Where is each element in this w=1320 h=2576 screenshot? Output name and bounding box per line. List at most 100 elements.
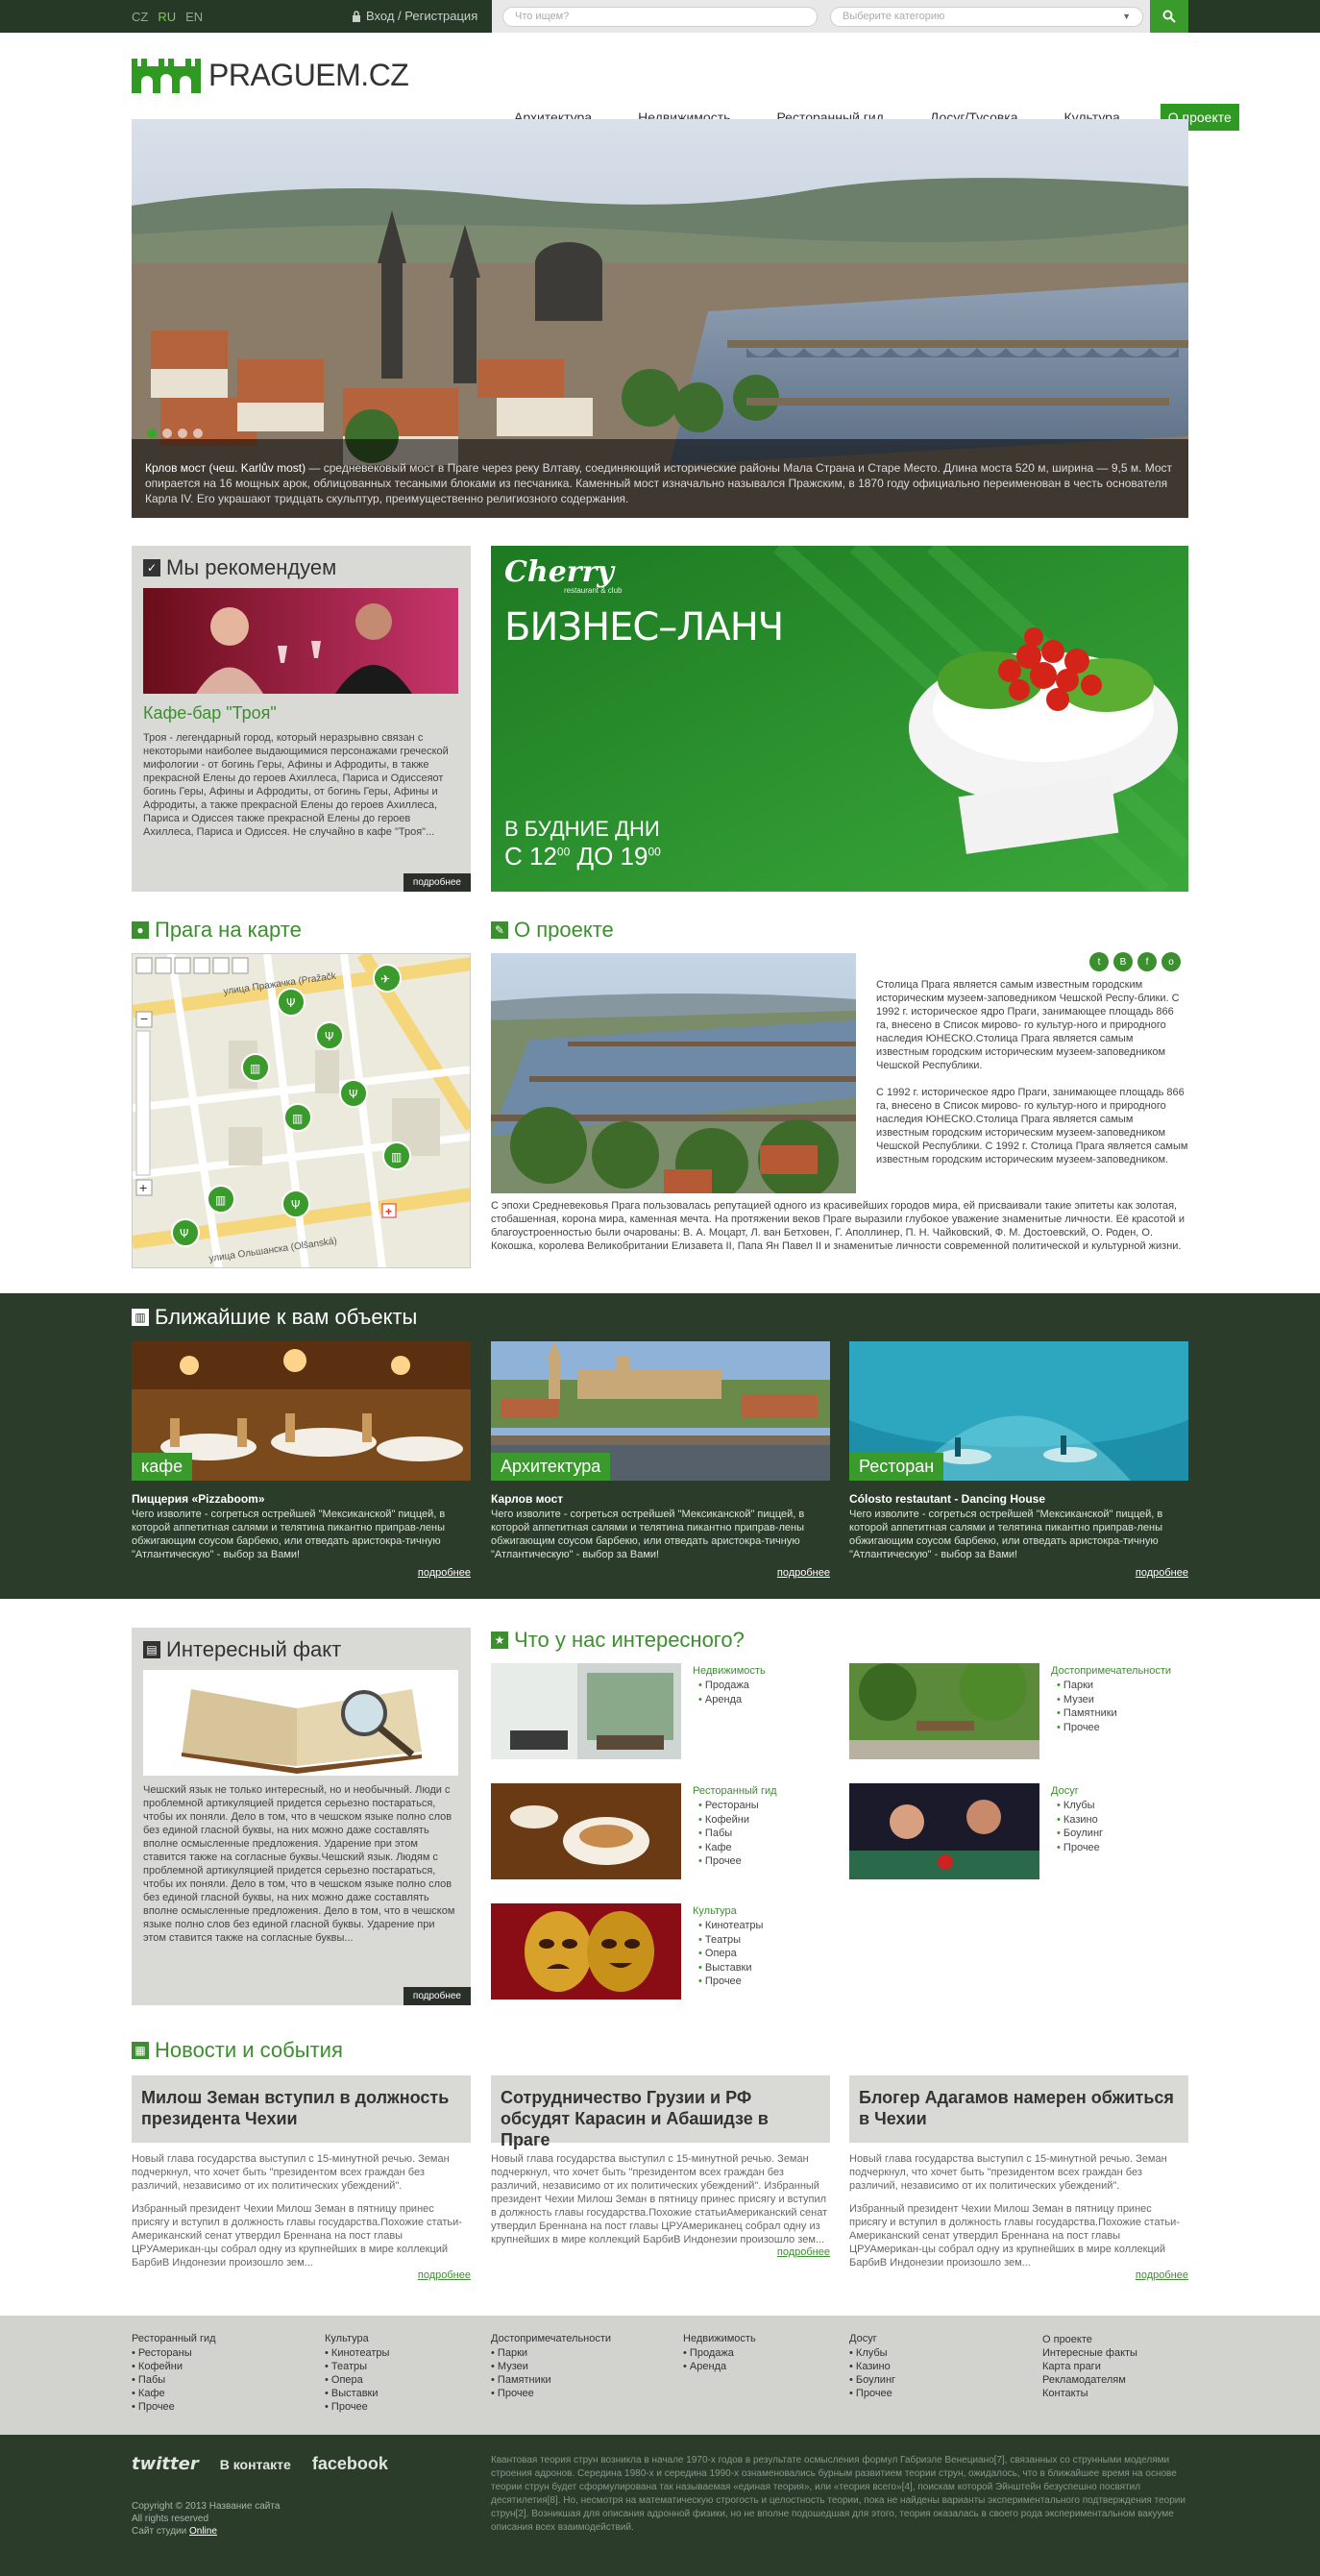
footer-link[interactable]: Карта праги — [1042, 2360, 1137, 2373]
footer-link[interactable]: Интересные факты — [1042, 2346, 1137, 2360]
recommend-more-link[interactable]: подробнее — [403, 873, 471, 892]
footer-link[interactable]: Продажа — [683, 2346, 756, 2360]
footer-column-title[interactable]: Досуг — [849, 2333, 895, 2344]
login-link[interactable]: Вход / Регистрация — [352, 9, 477, 23]
list-item[interactable]: Опера — [698, 1947, 763, 1961]
news-headline[interactable]: Милош Земан вступил в должность президен… — [132, 2075, 471, 2143]
lang-ru[interactable]: RU — [158, 10, 176, 24]
list-item[interactable]: Боулинг — [1057, 1827, 1103, 1841]
nearby-card-title[interactable]: Пиццерия «Pizzaboom» — [132, 1492, 471, 1506]
interest-category-image[interactable] — [491, 1903, 681, 1999]
footer-link[interactable]: Прочее — [325, 2400, 389, 2414]
slider-dot[interactable] — [147, 429, 157, 438]
footer-link[interactable]: Боулинг — [849, 2373, 895, 2387]
news-more-link[interactable]: подробнее — [132, 2269, 471, 2281]
nearby-more-link[interactable]: подробнее — [1136, 1567, 1188, 1579]
footer-link[interactable]: Прочее — [491, 2387, 611, 2400]
list-item[interactable]: Рестораны — [698, 1799, 759, 1813]
footer-link[interactable]: Пабы — [132, 2373, 216, 2387]
list-item[interactable]: Прочее — [698, 1854, 759, 1869]
facebook-icon[interactable]: f — [1137, 952, 1157, 971]
facebook-logo[interactable]: facebook — [312, 2454, 388, 2474]
footer-link[interactable]: Памятники — [491, 2373, 611, 2387]
nearby-card-title[interactable]: Карлов мост — [491, 1492, 830, 1506]
footer-column-title[interactable]: Достопримечательности — [491, 2333, 611, 2344]
list-item[interactable]: Музеи — [1057, 1693, 1117, 1707]
slider-dot[interactable] — [178, 429, 187, 438]
list-item[interactable]: Кафе — [698, 1841, 759, 1855]
business-lunch-banner[interactable]: Cherry restaurant & club БИЗНЕС–ЛАНЧ В Б… — [491, 546, 1188, 892]
list-item[interactable]: Кофейни — [698, 1813, 759, 1828]
footer-column-title[interactable]: Ресторанный гид — [132, 2333, 216, 2344]
list-item[interactable]: Клубы — [1057, 1799, 1103, 1813]
twitter-logo[interactable]: twitter — [132, 2454, 199, 2474]
recommend-name[interactable]: Кафе-бар "Троя" — [143, 703, 459, 724]
interest-category-image[interactable] — [491, 1663, 681, 1759]
lang-cz[interactable]: CZ — [132, 10, 148, 24]
city-map[interactable]: улица Пражачка (Pražačk улица Ольшанска … — [132, 953, 471, 1268]
interest-category-image[interactable] — [491, 1783, 681, 1879]
footer-link[interactable]: Парки — [491, 2346, 611, 2360]
interest-category-title[interactable]: Ресторанный гид — [693, 1785, 777, 1797]
list-item[interactable]: Театры — [698, 1933, 763, 1948]
category-select[interactable]: Выберите категорию ▼ — [830, 7, 1143, 27]
hero-caption-title[interactable]: Крлов мост (чеш. Karlův most) — [145, 461, 306, 475]
lang-en[interactable]: EN — [185, 10, 203, 24]
footer-column-title[interactable]: Недвижимость — [683, 2333, 756, 2344]
list-item[interactable]: Аренда — [698, 1693, 749, 1707]
footer-link[interactable]: Прочее — [849, 2387, 895, 2400]
nearby-card[interactable]: кафе Пиццерия «Pizzaboom» Чего изволите … — [132, 1341, 471, 1579]
list-item[interactable]: Продажа — [698, 1679, 749, 1693]
nearby-card[interactable]: Ресторан Cólosto restautant - Dancing Ho… — [849, 1341, 1188, 1579]
odnoklassniki-icon[interactable]: o — [1161, 952, 1181, 971]
news-headline[interactable]: Блогер Адагамов намерен обжиться в Чехии — [849, 2075, 1188, 2143]
list-item[interactable]: Прочее — [1057, 1721, 1117, 1735]
slider-dot[interactable] — [162, 429, 172, 438]
footer-link[interactable]: Выставки — [325, 2387, 389, 2400]
logo[interactable]: PRAGUEM.CZ — [132, 58, 409, 93]
nearby-card-title[interactable]: Cólosto restautant - Dancing House — [849, 1492, 1188, 1506]
footer-column-title[interactable]: Культура — [325, 2333, 389, 2344]
news-more-link[interactable]: подробнее — [491, 2246, 830, 2258]
vkontakte-logo[interactable]: В контакте — [220, 2457, 291, 2472]
news-more-link[interactable]: подробнее — [849, 2269, 1188, 2281]
list-item[interactable]: Парки — [1057, 1679, 1117, 1693]
footer-link[interactable]: Контакты — [1042, 2387, 1137, 2400]
footer-link[interactable]: Кинотеатры — [325, 2346, 389, 2360]
interest-category-image[interactable] — [849, 1783, 1039, 1879]
footer-link[interactable]: Опера — [325, 2373, 389, 2387]
slider-dot[interactable] — [193, 429, 203, 438]
list-item[interactable]: Памятники — [1057, 1706, 1117, 1721]
search-input[interactable]: Что ищем? — [502, 7, 818, 27]
footer-link[interactable]: О проекте — [1042, 2333, 1137, 2346]
studio-link[interactable]: Online — [189, 2526, 217, 2537]
search-button[interactable] — [1150, 0, 1188, 33]
footer-link[interactable]: Театры — [325, 2360, 389, 2373]
list-item[interactable]: Выставки — [698, 1961, 763, 1975]
list-item[interactable]: Прочее — [698, 1975, 763, 1989]
footer-link[interactable]: Кафе — [132, 2387, 216, 2400]
fact-more-link[interactable]: подробнее — [403, 1987, 471, 2005]
list-item[interactable]: Прочее — [1057, 1841, 1103, 1855]
footer-link[interactable]: Рестораны — [132, 2346, 216, 2360]
footer-link[interactable]: Клубы — [849, 2346, 895, 2360]
footer-link[interactable]: Аренда — [683, 2360, 756, 2373]
nearby-more-link[interactable]: подробнее — [777, 1567, 830, 1579]
nearby-card[interactable]: Архитектура Карлов мост Чего изволите - … — [491, 1341, 830, 1579]
recommend-photo[interactable] — [143, 588, 458, 694]
interest-category-title[interactable]: Досуг — [1051, 1785, 1079, 1797]
footer-link[interactable]: Прочее — [132, 2400, 216, 2414]
footer-link[interactable]: Рекламодателям — [1042, 2373, 1137, 2387]
interest-category-title[interactable]: Недвижимость — [693, 1665, 766, 1677]
news-headline[interactable]: Сотрудничество Грузии и РФ обсудят Карас… — [491, 2075, 830, 2149]
interest-category-title[interactable]: Культура — [693, 1905, 737, 1917]
footer-link[interactable]: Кофейни — [132, 2360, 216, 2373]
list-item[interactable]: Пабы — [698, 1827, 759, 1841]
footer-link[interactable]: Казино — [849, 2360, 895, 2373]
twitter-icon[interactable]: t — [1089, 952, 1109, 971]
interest-category-image[interactable] — [849, 1663, 1039, 1759]
list-item[interactable]: Казино — [1057, 1813, 1103, 1828]
list-item[interactable]: Кинотеатры — [698, 1919, 763, 1933]
interest-category-title[interactable]: Достопримечательности — [1051, 1665, 1171, 1677]
footer-link[interactable]: Музеи — [491, 2360, 611, 2373]
